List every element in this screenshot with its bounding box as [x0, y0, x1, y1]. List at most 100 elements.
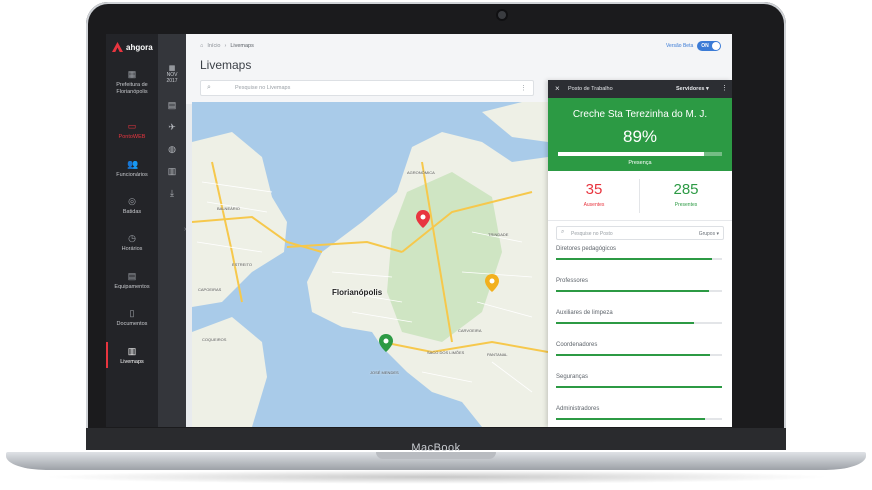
calendar-year: 2017 — [166, 78, 178, 84]
map-label: SACO DOS LIMÕES — [427, 350, 465, 355]
group-row[interactable]: Diretores pedagógicos — [556, 246, 722, 260]
group-bar-fill — [556, 290, 709, 292]
calendar-date[interactable]: ▦ NOV 2017 — [158, 65, 186, 84]
collapse-toggle-icon[interactable]: › — [184, 226, 190, 236]
sidebar-item-livemaps[interactable]: ▥ Livemaps — [106, 347, 158, 366]
sidebar-item-label: PontoWEB — [118, 134, 146, 140]
group-bar — [556, 354, 722, 356]
sidebar-item-label: Horários — [121, 246, 143, 252]
sidebar-item-label: Funcionários — [116, 172, 148, 178]
group-select-label: Grupos — [698, 231, 716, 237]
chevron-down-icon: ▾ — [705, 86, 709, 92]
sidebar-item-pontoweb[interactable]: ▭ PontoWEB — [106, 122, 158, 141]
present-label: Presentes — [674, 202, 698, 208]
document-icon: ▯ — [129, 308, 135, 318]
building-icon: ▦ — [127, 69, 137, 79]
map-label: CARVOEIRA — [458, 328, 482, 333]
laptop-notch — [376, 452, 496, 459]
users-icon: 👥 — [127, 159, 139, 169]
absent-count: 35 — [585, 181, 603, 198]
file-icon[interactable]: ▤ — [167, 100, 177, 110]
sidebar-item-horarios[interactable]: ◷ Horários — [106, 234, 158, 253]
presence-percent: 89% — [622, 127, 658, 146]
city-label: Florianópolis — [332, 288, 383, 297]
map-label: CAPOEIRAS — [198, 287, 222, 292]
presence-bar-fill — [558, 152, 704, 156]
app-logo[interactable]: ahgora — [112, 42, 153, 52]
map-label: PANTANAL — [487, 352, 508, 357]
group-name: Diretores pedagógicos — [556, 246, 617, 252]
absent-stat[interactable]: 35 Ausentes — [548, 181, 640, 208]
sidebar-item-organization[interactable]: ▦ Prefeitura de Florianópolis — [106, 70, 158, 95]
search-input[interactable]: ⌕ Pesquise no Livemaps ⋮ — [200, 80, 534, 96]
group-bar-fill — [556, 354, 711, 356]
group-select[interactable]: Grupos ▾ — [699, 231, 719, 237]
map-label: TRINDADE — [488, 232, 509, 237]
sidebar-item-equipamentos[interactable]: ▤ Equipamentos — [106, 272, 158, 291]
download-icon[interactable]: ⤓ — [167, 188, 177, 198]
group-bar — [556, 258, 722, 260]
group-bar — [556, 290, 722, 292]
sidebar-item-funcionarios[interactable]: 👥 Funcionários — [106, 160, 158, 179]
map-label: ESTREITO — [232, 262, 252, 267]
beta-switch: Versão Beta ON — [666, 41, 722, 51]
laptop-shadow — [40, 470, 832, 484]
map-pin-red-icon[interactable] — [416, 210, 430, 228]
group-row[interactable]: Seguranças — [556, 374, 722, 388]
clock-icon: ◷ — [128, 233, 136, 243]
device-icon: ▤ — [127, 271, 137, 281]
north-area — [482, 102, 548, 142]
mainland-area — [192, 132, 287, 307]
group-row[interactable]: Administradores — [556, 406, 722, 420]
close-icon[interactable]: × — [555, 84, 560, 93]
beta-toggle[interactable]: ON — [697, 41, 722, 51]
fingerprint-icon: ◎ — [128, 196, 136, 206]
stats-row: 35 Ausentes 285 Presentes — [548, 171, 732, 221]
map-label: BALNEÁRIO — [217, 206, 240, 211]
group-bar — [556, 386, 722, 388]
group-row[interactable]: Auxiliares de limpeza — [556, 310, 722, 324]
panel-title: Posto de Trabalho — [568, 86, 613, 92]
workplace-panel: × Posto de Trabalho Servidores ▾ ⋮ Crech… — [548, 80, 732, 427]
plane-icon[interactable]: ✈ — [167, 122, 177, 132]
sidebar-item-label: Equipamentos — [114, 284, 150, 290]
map-pin-yellow-icon[interactable] — [485, 274, 499, 292]
search-icon: ⌕ — [207, 84, 211, 91]
group-search-input[interactable]: ⌕ Pesquise no Posto Grupos ▾ — [556, 226, 724, 240]
panel-header: × Posto de Trabalho Servidores ▾ ⋮ — [548, 80, 732, 98]
map-icon: ▥ — [127, 346, 137, 356]
sidebar-item-batidas[interactable]: ◎ Batidas — [106, 197, 158, 216]
beta-label: Versão Beta — [666, 43, 694, 49]
present-stat[interactable]: 285 Presentes — [640, 181, 732, 208]
camera-icon — [498, 11, 506, 19]
sidebar-item-label: Batidas — [122, 209, 142, 215]
page-title: Livemaps — [200, 58, 252, 72]
breadcrumb-current: Livemaps — [230, 43, 254, 49]
sidebar-item-documentos[interactable]: ▯ Documentos — [106, 309, 158, 328]
ahgora-logo-icon — [112, 42, 123, 52]
map[interactable]: AGRONÔMICA TRINDADE CARVOEIRA PANTANAL S… — [192, 102, 548, 427]
search-placeholder: Pesquise no Livemaps — [235, 85, 291, 91]
presence-bar — [558, 152, 722, 156]
breadcrumb-home[interactable]: Início — [207, 43, 220, 49]
group-bar-fill — [556, 322, 694, 324]
map-pin-green-icon[interactable] — [379, 334, 393, 352]
breadcrumb-separator: › — [224, 43, 227, 49]
sidebar-item-label: Livemaps — [120, 359, 144, 365]
report-icon[interactable]: ▥ — [167, 166, 177, 176]
group-name: Administradores — [556, 406, 600, 412]
map-label: AGRONÔMICA — [407, 170, 435, 175]
home-icon[interactable]: ⌂ — [200, 43, 203, 49]
group-search-placeholder: Pesquise no Posto — [571, 231, 613, 237]
sidebar-item-label: Prefeitura de Florianópolis — [116, 82, 148, 95]
servers-dropdown[interactable]: Servidores ▾ — [676, 86, 709, 92]
more-icon[interactable]: ⋮ — [721, 84, 728, 92]
globe-icon[interactable]: ◍ — [167, 144, 177, 154]
group-row[interactable]: Professores — [556, 278, 722, 292]
presence-card: Creche Sta Terezinha do M. J. 89% Presen… — [548, 98, 732, 171]
more-icon[interactable]: ⋮ — [520, 84, 527, 92]
group-bar-fill — [556, 418, 706, 420]
group-row[interactable]: Coordenadores — [556, 342, 722, 356]
group-bar — [556, 322, 722, 324]
logo-text: ahgora — [126, 42, 153, 52]
